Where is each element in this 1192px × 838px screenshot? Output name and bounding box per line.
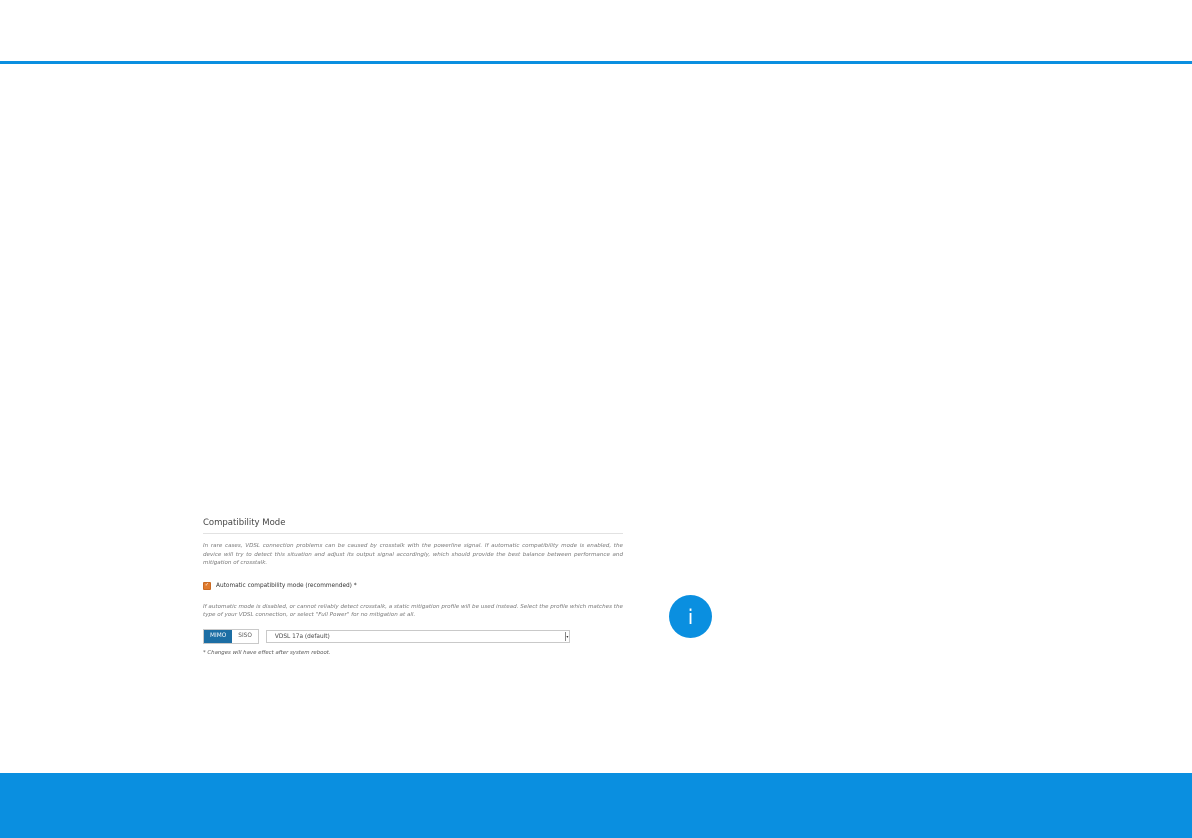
chevron-down-icon[interactable]: ▾ bbox=[564, 631, 569, 641]
auto-compat-label: Automatic compatibility mode (recommende… bbox=[216, 582, 357, 589]
footer-band bbox=[0, 773, 1192, 838]
info-icon: i bbox=[669, 595, 712, 638]
section-description: In rare cases, VDSL connection problems … bbox=[203, 543, 623, 567]
reboot-footnote: * Changes will have effect after system … bbox=[203, 649, 331, 656]
profile-select-value: VDSL 17a (default) bbox=[274, 633, 330, 640]
toggle-option-mimo[interactable]: MIMO bbox=[204, 629, 233, 643]
auto-compat-row[interactable]: ✓ Automatic compatibility mode (recommen… bbox=[203, 581, 623, 590]
profile-description: If automatic mode is disabled, or cannot… bbox=[203, 603, 623, 619]
manual-page: Compatibility Mode In rare cases, VDSL c… bbox=[0, 0, 1192, 838]
header-rule bbox=[0, 61, 1192, 64]
mimo-siso-toggle: MIMO SISO bbox=[203, 628, 259, 644]
profile-select[interactable]: VDSL 17a (default) ▾ bbox=[265, 629, 570, 643]
auto-compat-checkbox[interactable]: ✓ bbox=[203, 581, 211, 590]
toggle-option-siso[interactable]: SISO bbox=[232, 629, 258, 643]
compatibility-mode-panel: Compatibility Mode In rare cases, VDSL c… bbox=[203, 518, 623, 656]
section-title: Compatibility Mode bbox=[203, 518, 623, 534]
profile-controls: MIMO SISO VDSL 17a (default) ▾ bbox=[203, 628, 623, 644]
